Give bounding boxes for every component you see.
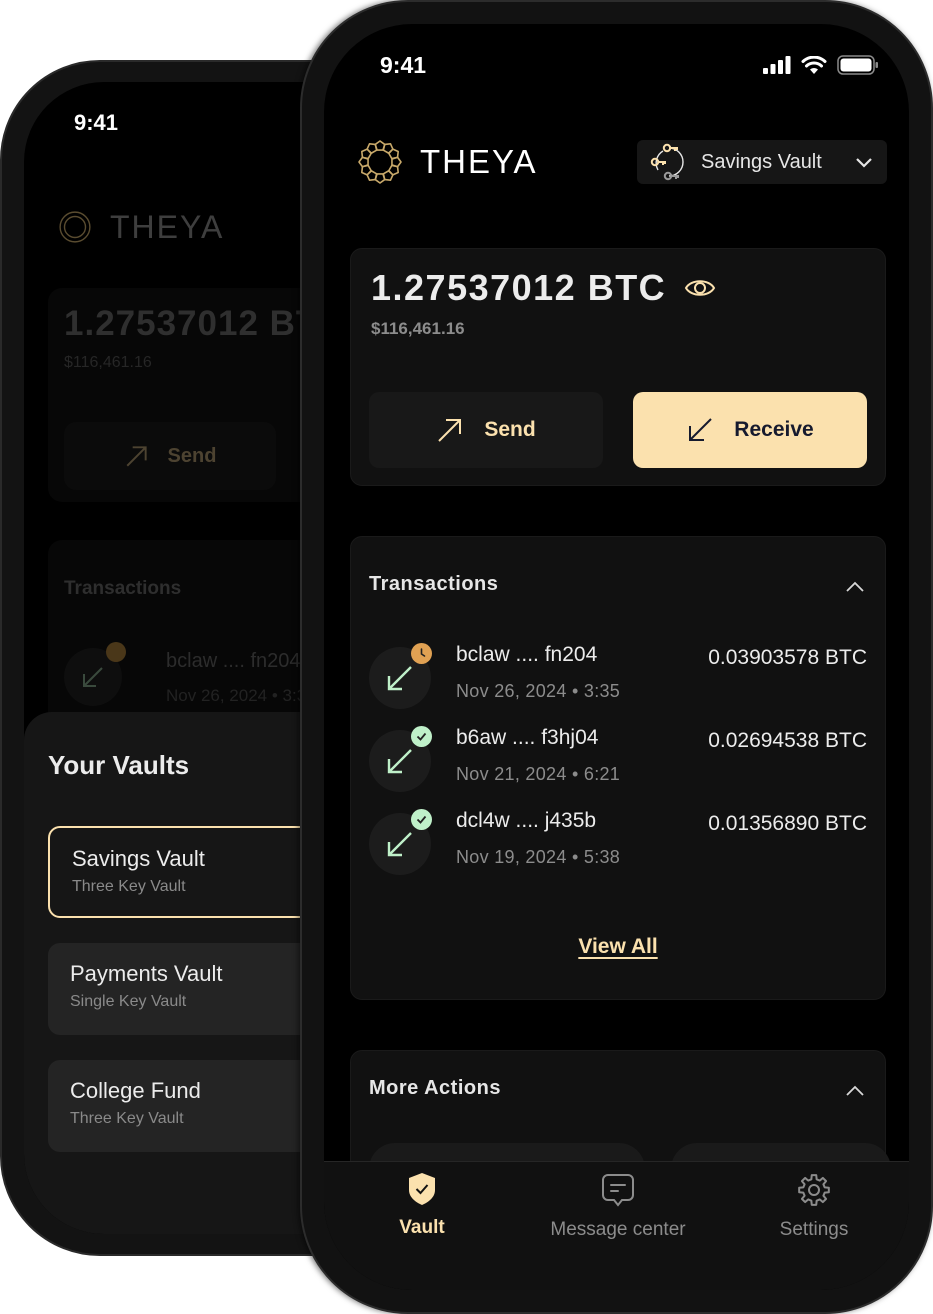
- tx-amount: 0.02694538 BTC: [708, 729, 867, 752]
- confirmed-check-icon: [411, 809, 432, 830]
- back-balance-usd: $116,461.16: [64, 354, 152, 371]
- back-tx-address: bclaw .... fn204: [166, 650, 301, 672]
- cellular-signal-icon: [763, 56, 791, 74]
- chevron-up-icon[interactable]: [843, 1079, 867, 1103]
- tx-address: bclaw .... fn204: [456, 643, 598, 666]
- back-send-label: Send: [167, 444, 217, 467]
- multi-key-icon: [650, 143, 684, 181]
- theya-logo-icon: [358, 140, 402, 184]
- back-transactions-title: Transactions: [64, 578, 182, 599]
- back-tx-date: Nov 26, 2024 • 3:35: [166, 686, 316, 705]
- tx-date: Nov 19, 2024 • 5:38: [456, 847, 621, 867]
- brand-logo: THEYA: [356, 138, 538, 186]
- receive-label: Receive: [734, 418, 814, 441]
- eye-icon[interactable]: [684, 276, 716, 300]
- tab-settings[interactable]: Settings: [724, 1172, 904, 1241]
- vault-selector-label: Savings Vault: [701, 150, 822, 173]
- arrow-up-right-icon: [126, 446, 147, 467]
- chevron-up-icon[interactable]: [843, 575, 867, 599]
- front-phone-screen: 9:41 THEYA Savings Vault 1.27537012 BTC …: [324, 24, 909, 1290]
- tab-vault[interactable]: Vault: [332, 1172, 512, 1239]
- pending-clock-icon: [106, 642, 126, 662]
- status-icons: [763, 55, 879, 75]
- back-brand-name: THEYA: [110, 208, 225, 245]
- back-brand-logo: THEYA: [54, 206, 224, 248]
- chevron-down-icon: [856, 158, 872, 168]
- view-all-container: View All: [351, 935, 885, 959]
- your-vaults-title: Your Vaults: [48, 750, 190, 780]
- tx-address: dcl4w .... j435b: [456, 809, 597, 832]
- confirmed-check-icon: [411, 726, 432, 747]
- tab-message-center[interactable]: Message center: [528, 1172, 708, 1241]
- send-button[interactable]: Send: [369, 392, 603, 468]
- gear-icon: [798, 1174, 830, 1206]
- brand-name: THEYA: [420, 143, 538, 180]
- status-bar: 9:41: [324, 52, 909, 82]
- wifi-icon: [801, 55, 827, 74]
- app-header: THEYA Savings Vault: [356, 138, 887, 186]
- tx-amount: 0.03903578 BTC: [708, 646, 867, 669]
- arrow-up-right-icon: [438, 419, 462, 442]
- tx-date: Nov 21, 2024 • 6:21: [456, 764, 621, 784]
- status-time: 9:41: [380, 52, 427, 78]
- tx-amount: 0.01356890 BTC: [708, 812, 867, 835]
- vault-selector-dropdown[interactable]: Savings Vault: [637, 140, 887, 184]
- theya-logo-icon: [59, 211, 91, 243]
- transaction-row[interactable]: dcl4w .... j435b Nov 19, 2024 • 5:38 0.0…: [369, 809, 867, 879]
- shield-check-icon: [409, 1173, 435, 1205]
- balance-usd: $116,461.16: [371, 319, 465, 338]
- transactions-card: Transactions bclaw .... fn204 Nov 26, 20…: [350, 536, 886, 1000]
- bottom-tab-bar: Vault Message center Settings: [324, 1161, 909, 1290]
- back-send-button: Send: [64, 422, 276, 490]
- balance-btc: 1.27537012 BTC: [371, 267, 667, 308]
- more-actions-title: More Actions: [369, 1077, 501, 1099]
- balance-card: 1.27537012 BTC $116,461.16 Send Receive: [350, 248, 886, 486]
- transactions-title: Transactions: [369, 573, 499, 595]
- tx-address: b6aw .... f3hj04: [456, 726, 599, 749]
- send-label: Send: [484, 418, 536, 441]
- pending-clock-icon: [411, 643, 432, 664]
- tab-label: Settings: [779, 1219, 849, 1240]
- receive-button[interactable]: Receive: [633, 392, 867, 468]
- tab-label: Vault: [399, 1217, 445, 1238]
- message-icon: [602, 1174, 634, 1207]
- view-all-link[interactable]: View All: [578, 935, 657, 958]
- arrow-down-left-icon: [689, 418, 713, 441]
- gear-outline: [798, 1174, 830, 1206]
- transaction-row[interactable]: bclaw .... fn204 Nov 26, 2024 • 3:35 0.0…: [369, 643, 867, 713]
- tx-date: Nov 26, 2024 • 3:35: [456, 681, 621, 701]
- balance-row: 1.27537012 BTC: [371, 267, 716, 309]
- transaction-row[interactable]: b6aw .... f3hj04 Nov 21, 2024 • 6:21 0.0…: [369, 726, 867, 796]
- back-status-time: 9:41: [74, 110, 119, 135]
- battery-icon: [837, 55, 878, 75]
- tab-label: Message center: [550, 1219, 686, 1240]
- front-phone-frame: 9:41 THEYA Savings Vault 1.27537012 BTC …: [300, 0, 933, 1314]
